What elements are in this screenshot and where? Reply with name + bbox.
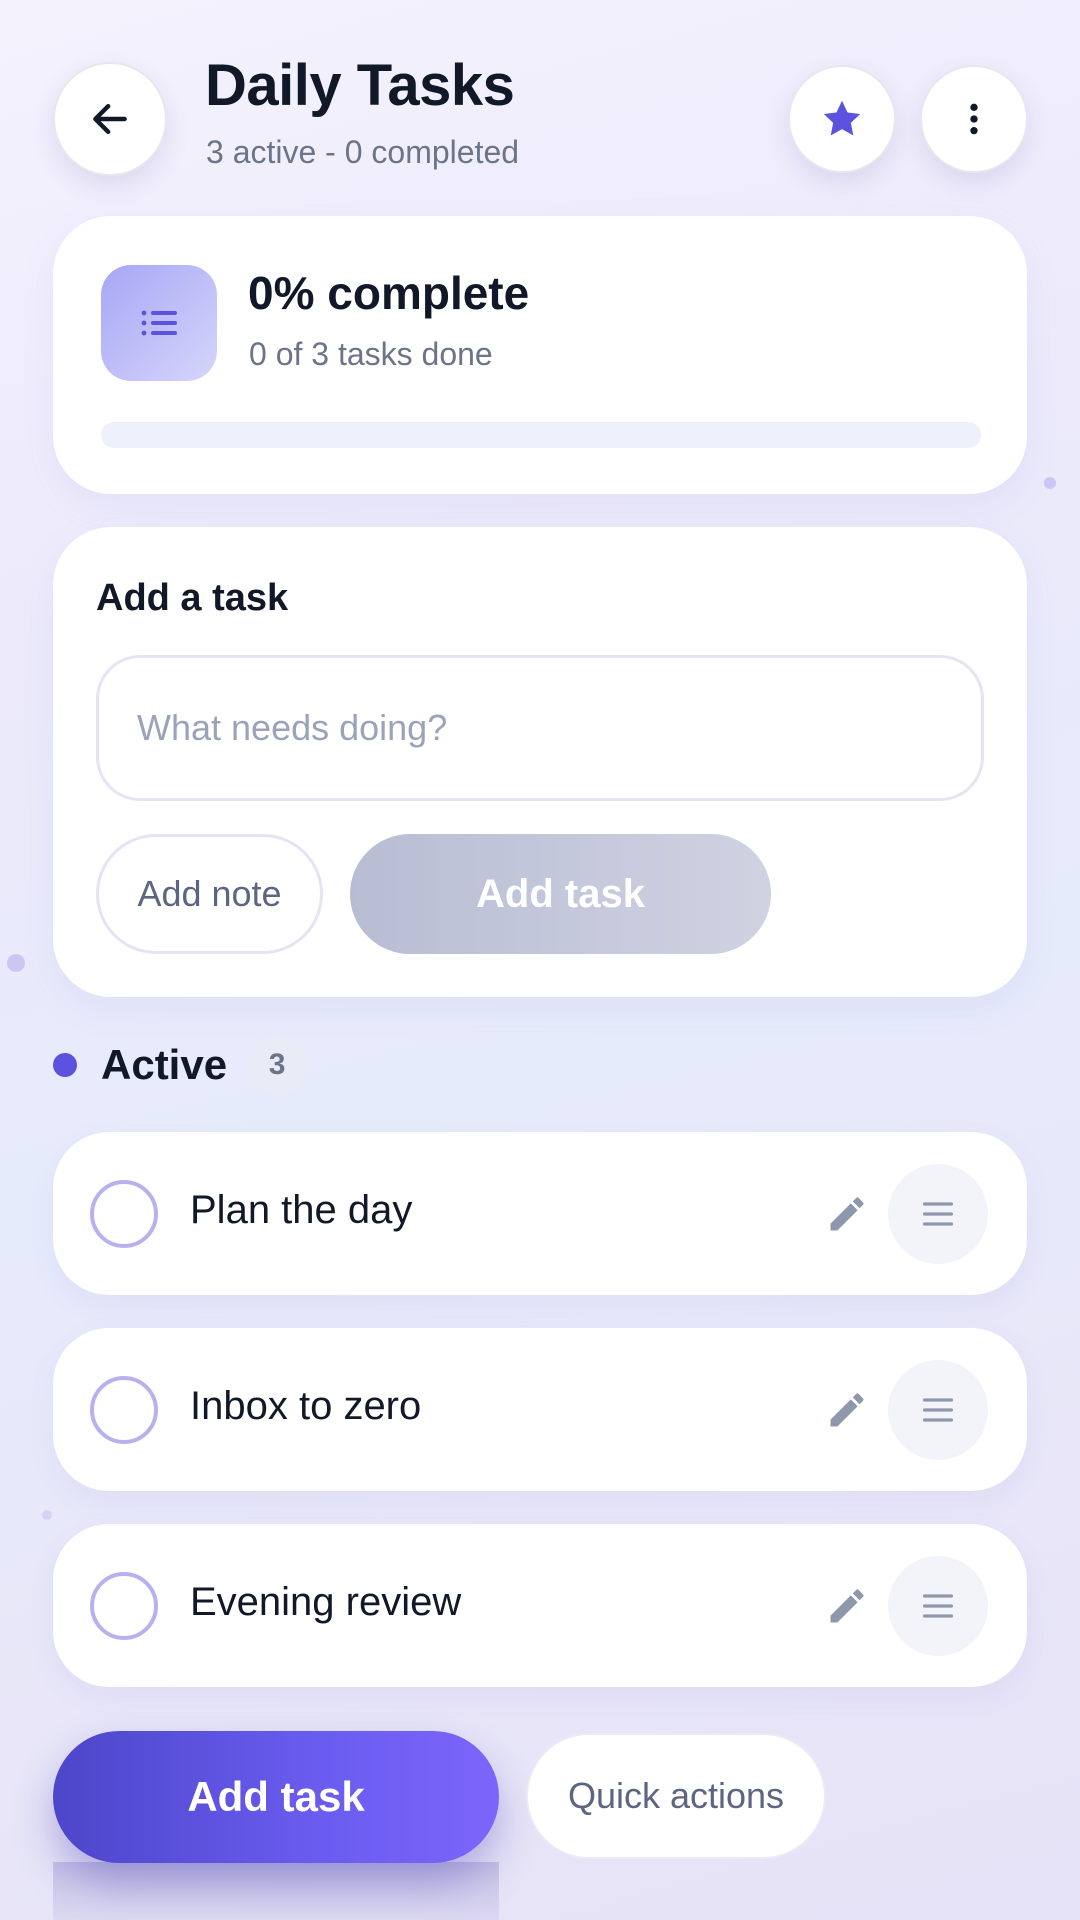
- pencil-icon: [830, 1589, 864, 1623]
- decorative-dot: [1044, 477, 1056, 489]
- drag-handle-icon: [923, 1202, 953, 1226]
- progress-bar: [101, 422, 981, 448]
- drag-handle-button[interactable]: [888, 1164, 988, 1264]
- progress-subtitle: 0 of 3 tasks done: [249, 336, 493, 372]
- task-input[interactable]: [96, 655, 984, 801]
- arrow-left-icon: [93, 103, 127, 135]
- back-button[interactable]: [53, 62, 167, 176]
- drag-handle-button[interactable]: [888, 1360, 988, 1460]
- task-item[interactable]: Plan the day: [53, 1132, 1027, 1295]
- task-item[interactable]: Evening review: [53, 1524, 1027, 1687]
- task-label: Inbox to zero: [190, 1384, 422, 1428]
- page-subtitle: 3 active - 0 completed: [206, 134, 520, 170]
- quick-actions-button[interactable]: Quick actions: [526, 1733, 826, 1859]
- pencil-icon: [830, 1393, 864, 1427]
- drag-handle-icon: [923, 1594, 953, 1618]
- task-checkbox[interactable]: [90, 1376, 158, 1444]
- edit-task-button[interactable]: [821, 1580, 873, 1632]
- drag-handle-button[interactable]: [888, 1556, 988, 1656]
- pencil-icon: [830, 1197, 864, 1231]
- decorative-dot: [42, 1510, 52, 1520]
- button-shadow: [53, 1862, 499, 1920]
- task-label: Plan the day: [190, 1188, 413, 1232]
- list-icon: [141, 310, 177, 336]
- progress-title: 0% complete: [248, 267, 530, 319]
- more-vertical-icon: [970, 103, 978, 135]
- favorite-button[interactable]: [788, 65, 896, 173]
- task-checkbox[interactable]: [90, 1572, 158, 1640]
- add-task-button[interactable]: Add task: [53, 1731, 499, 1863]
- header: Daily Tasks 3 active - 0 completed: [0, 0, 1080, 210]
- decorative-dot: [7, 954, 25, 972]
- drag-handle-icon: [923, 1398, 953, 1422]
- task-item[interactable]: Inbox to zero: [53, 1328, 1027, 1491]
- more-options-button[interactable]: [920, 65, 1028, 173]
- section-label: Active: [101, 1041, 228, 1088]
- add-task-submit-button[interactable]: Add task: [350, 834, 771, 954]
- section-count-badge: 3: [247, 1035, 308, 1095]
- section-header-active: Active 3: [53, 1030, 308, 1100]
- progress-card: 0% complete 0 of 3 tasks done: [53, 216, 1027, 494]
- page-title: Daily Tasks: [205, 53, 515, 118]
- add-task-card: Add a task Add note Add task: [53, 527, 1027, 997]
- task-checkbox[interactable]: [90, 1180, 158, 1248]
- edit-task-button[interactable]: [821, 1188, 873, 1240]
- progress-icon-tile: [101, 265, 217, 381]
- task-label: Evening review: [190, 1580, 462, 1624]
- edit-task-button[interactable]: [821, 1384, 873, 1436]
- star-icon: [823, 100, 861, 136]
- add-note-button[interactable]: Add note: [96, 834, 323, 954]
- section-dot: [53, 1053, 77, 1077]
- add-task-heading: Add a task: [96, 577, 289, 619]
